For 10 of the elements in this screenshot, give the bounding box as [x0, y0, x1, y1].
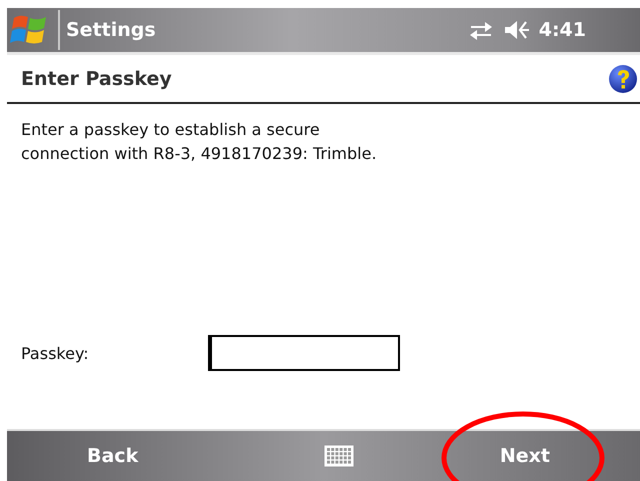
back-softkey[interactable]: Back: [67, 441, 158, 471]
keyboard-icon[interactable]: [324, 445, 354, 467]
instruction-text: Enter a passkey to establish a secure connection with R8-3, 4918170239: Trimble.: [21, 119, 378, 165]
window-title: Settings: [66, 19, 157, 41]
help-icon[interactable]: [608, 64, 638, 94]
passkey-label: Passkey:: [21, 344, 90, 362]
page-heading: Enter Passkey: [21, 68, 172, 90]
clock-time[interactable]: 4:41: [538, 19, 586, 41]
speaker-icon[interactable]: [502, 18, 531, 42]
passkey-field[interactable]: [208, 335, 400, 371]
